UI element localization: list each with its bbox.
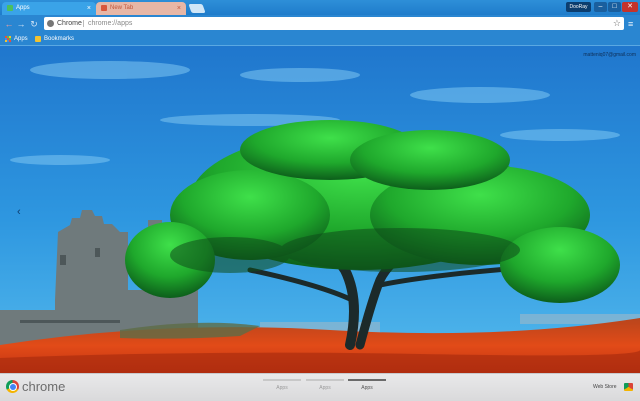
apps-grid-icon xyxy=(5,36,11,42)
chrome-logo-icon xyxy=(6,380,19,393)
page-tab[interactable]: Apps xyxy=(306,379,344,391)
address-separator xyxy=(83,20,84,27)
address-scheme: Chrome xyxy=(57,20,82,27)
chrome-page-icon xyxy=(47,20,54,27)
page-tab-active[interactable]: Apps xyxy=(348,379,386,391)
new-tab-button[interactable] xyxy=(188,4,206,13)
page-tab-bar xyxy=(263,379,301,381)
back-arrow-icon[interactable]: ← xyxy=(3,18,15,30)
folder-icon xyxy=(35,36,41,42)
bookmarks-bar: Apps Bookmarks xyxy=(0,33,640,46)
forward-arrow-icon[interactable]: → xyxy=(15,18,27,30)
page-tab[interactable]: Apps xyxy=(263,379,301,391)
tab-close-icon[interactable]: × xyxy=(177,2,181,15)
bookmark-label: Bookmarks xyxy=(44,36,75,42)
tab-strip: Apps × New Tab × DooRay – □ ✕ xyxy=(0,0,640,15)
tab-new-tab[interactable]: New Tab × xyxy=(96,2,186,15)
address-url: chrome://apps xyxy=(88,20,133,27)
web-store-icon[interactable] xyxy=(624,383,633,391)
bookmark-label: Apps xyxy=(14,36,28,42)
wallpaper-landscape xyxy=(0,0,640,400)
newtab-favicon-icon xyxy=(101,5,107,11)
toolbar: ← → ↻ Chrome chrome://apps ☆ ≡ xyxy=(0,15,640,33)
footer-bar: chrome Apps Apps Apps Web Store xyxy=(0,373,640,401)
bookmark-apps[interactable]: Apps xyxy=(5,33,28,45)
bookmark-folder[interactable]: Bookmarks xyxy=(35,33,74,45)
page-tab-label: Apps xyxy=(361,385,373,391)
user-email[interactable]: matteniq07@gmail.com xyxy=(583,52,636,58)
reload-icon[interactable]: ↻ xyxy=(28,18,40,30)
chrome-brand: chrome xyxy=(22,379,66,394)
minimize-icon[interactable]: – xyxy=(594,2,607,12)
page-tab-bar xyxy=(348,379,386,381)
chevron-left-icon[interactable]: ‹ xyxy=(17,206,21,218)
tab-close-icon[interactable]: × xyxy=(87,2,91,15)
page-tab-label: Apps xyxy=(276,385,288,391)
maximize-icon[interactable]: □ xyxy=(608,2,621,12)
web-store-link[interactable]: Web Store xyxy=(593,384,617,390)
tab-label: New Tab xyxy=(110,5,134,11)
page-tab-bar xyxy=(306,379,344,381)
bookmark-star-icon[interactable]: ☆ xyxy=(613,17,621,30)
close-icon[interactable]: ✕ xyxy=(622,2,638,12)
address-bar[interactable]: Chrome chrome://apps ☆ xyxy=(44,17,624,30)
menu-icon[interactable]: ≡ xyxy=(628,18,633,30)
profile-button[interactable]: DooRay xyxy=(566,2,591,12)
tab-label: Apps xyxy=(16,5,30,11)
tab-apps[interactable]: Apps × xyxy=(2,2,96,15)
apps-favicon-icon xyxy=(7,5,13,11)
page-tab-label: Apps xyxy=(319,385,331,391)
